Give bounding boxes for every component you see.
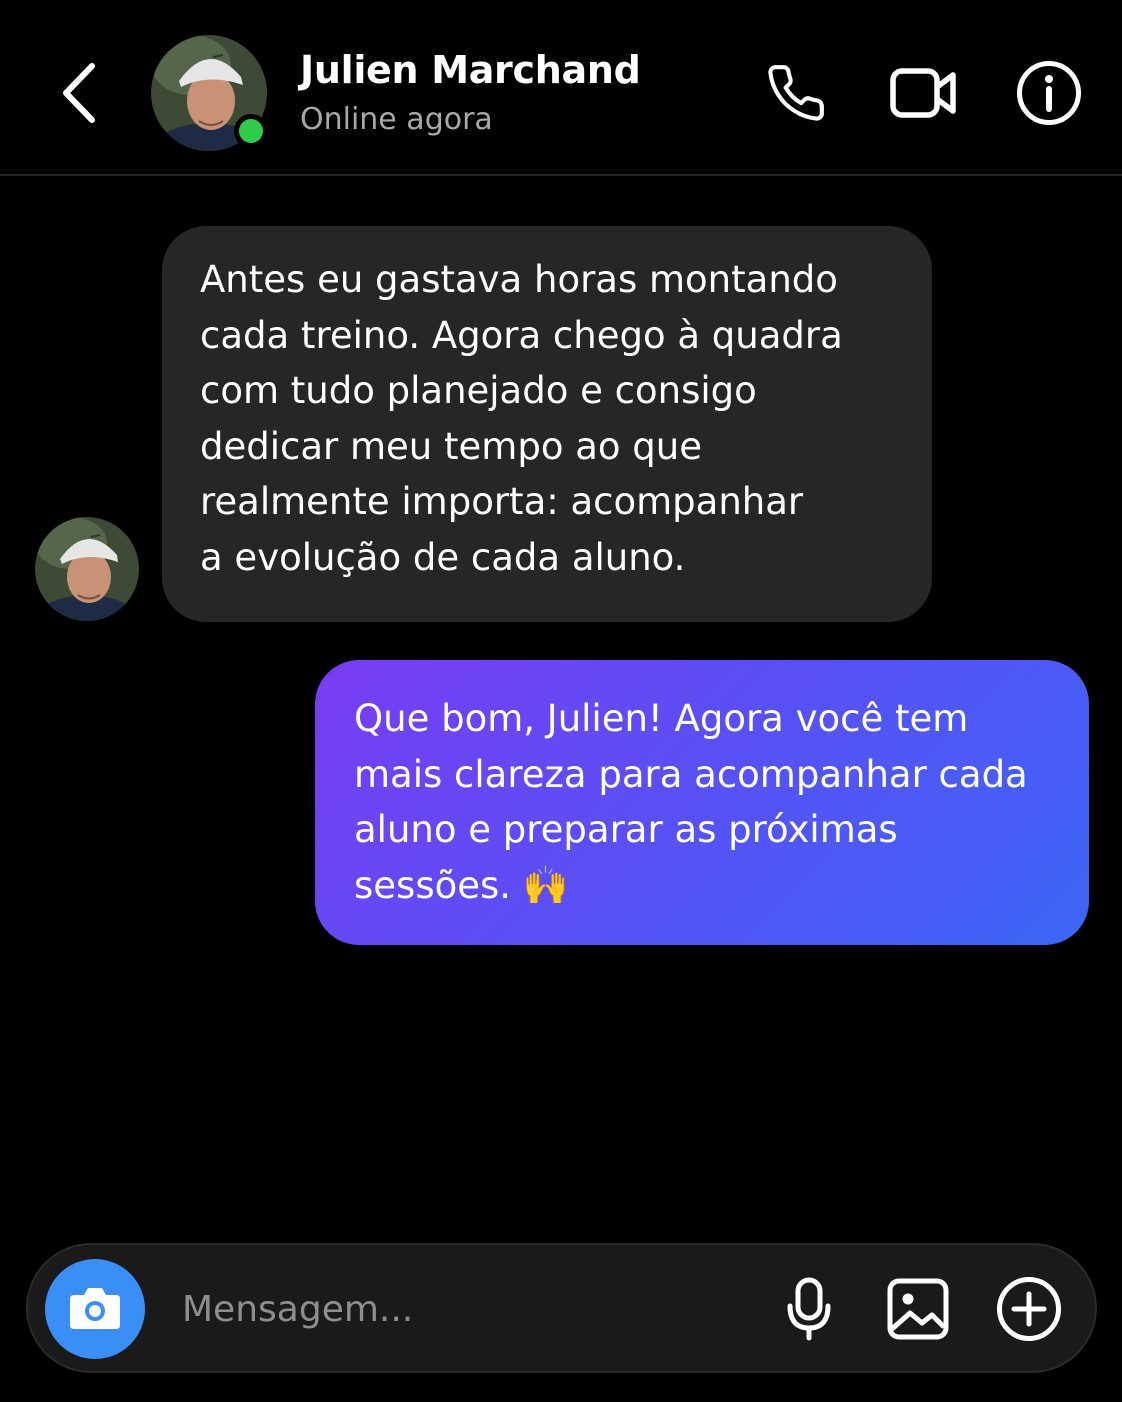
back-button[interactable] bbox=[52, 58, 108, 128]
camera-icon bbox=[70, 1288, 120, 1329]
gallery-button[interactable] bbox=[884, 1272, 952, 1346]
chat-header: Julien Marchand Online agora bbox=[0, 0, 1122, 176]
online-status-dot bbox=[234, 114, 268, 148]
call-button[interactable] bbox=[760, 58, 832, 128]
sender-avatar[interactable] bbox=[35, 517, 139, 621]
microphone-icon bbox=[787, 1277, 831, 1341]
add-attachment-button[interactable] bbox=[994, 1272, 1064, 1346]
contact-name[interactable]: Julien Marchand bbox=[300, 48, 641, 92]
plus-circle-icon bbox=[997, 1277, 1061, 1341]
video-camera-icon bbox=[890, 68, 956, 118]
outgoing-message[interactable]: Que bom, Julien! Agora você tem mais cla… bbox=[315, 660, 1089, 945]
voice-message-button[interactable] bbox=[780, 1272, 838, 1346]
info-icon bbox=[1017, 61, 1081, 125]
video-call-button[interactable] bbox=[884, 58, 964, 128]
header-divider bbox=[0, 174, 1122, 176]
chevron-left-icon bbox=[63, 63, 95, 123]
incoming-message[interactable]: Antes eu gastava horas montando cada tre… bbox=[162, 226, 932, 622]
camera-button[interactable] bbox=[45, 1259, 145, 1359]
message-input[interactable] bbox=[168, 1276, 758, 1342]
image-icon bbox=[887, 1278, 949, 1340]
chat-screen: Julien Marchand Online agora Antes eu ga… bbox=[0, 0, 1122, 1402]
contact-status: Online agora bbox=[300, 102, 493, 137]
phone-icon bbox=[768, 65, 824, 121]
info-button[interactable] bbox=[1012, 58, 1086, 128]
